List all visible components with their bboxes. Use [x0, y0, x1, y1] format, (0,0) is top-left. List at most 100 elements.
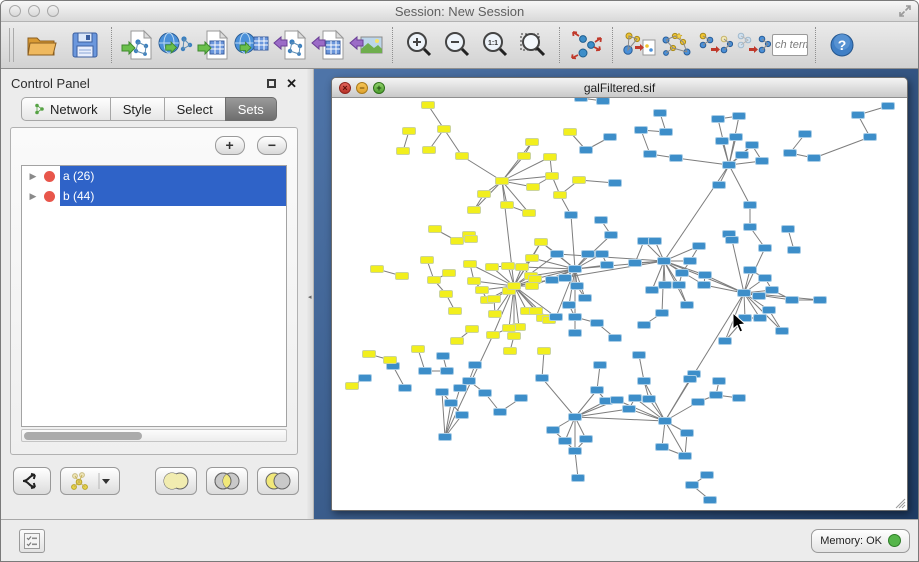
control-panel-title: Control Panel — [11, 76, 267, 91]
frame-close-button[interactable]: × — [339, 82, 351, 94]
task-history-button[interactable] — [19, 529, 45, 553]
tab-style-label: Style — [123, 102, 152, 117]
sets-toolbar: + − — [11, 128, 297, 159]
network-frame[interactable]: × − + galFiltered.sif — [331, 77, 908, 511]
tab-select[interactable]: Select — [164, 97, 225, 121]
export-image-icon — [349, 29, 383, 61]
network-canvas-svg — [332, 98, 907, 510]
window-title: Session: New Session — [1, 4, 918, 19]
zoom-in-button[interactable] — [400, 26, 438, 64]
tab-sets[interactable]: Sets — [225, 97, 277, 121]
float-panel-icon[interactable] — [267, 79, 276, 88]
export-image-button[interactable] — [347, 26, 385, 64]
main-toolbar: 1:1 — [1, 22, 918, 69]
sets-list: ▶ a (26) ▶ b (44) — [21, 165, 287, 427]
import-table-web-button[interactable] — [233, 26, 271, 64]
fullscreen-icon[interactable] — [898, 4, 912, 18]
new-network-selected-edges-icon — [697, 30, 733, 60]
import-network-web-icon — [158, 29, 194, 61]
set-operations-row — [13, 467, 308, 495]
tab-network[interactable]: Network — [21, 97, 110, 121]
toolbar-separator — [392, 27, 393, 63]
memory-status-button[interactable]: Memory: OK — [811, 529, 910, 553]
new-network-all-edges-icon — [735, 30, 771, 60]
nodes-group — [346, 98, 895, 504]
save-session-button[interactable] — [66, 26, 104, 64]
set-label: b (44) — [63, 189, 94, 203]
open-session-button[interactable] — [22, 26, 60, 64]
zoom-fit-selected-icon — [518, 30, 548, 60]
frame-maximize-button[interactable]: + — [373, 82, 385, 94]
toolbar-separator — [559, 27, 560, 63]
close-window-button[interactable] — [9, 5, 21, 17]
remove-set-button[interactable]: − — [257, 136, 287, 155]
new-network-from-selection-button[interactable] — [620, 26, 658, 64]
save-floppy-icon — [71, 31, 99, 59]
zoom-out-button[interactable] — [438, 26, 476, 64]
main-area: Control Panel ✕ Network Style Select — [1, 69, 918, 519]
tab-select-label: Select — [177, 102, 213, 117]
traffic-lights — [9, 5, 59, 17]
svg-text:?: ? — [838, 37, 847, 53]
close-panel-icon[interactable]: ✕ — [286, 77, 297, 90]
toolbar-drag-handle[interactable] — [9, 28, 14, 62]
add-set-button[interactable]: + — [215, 136, 245, 155]
search-input[interactable]: ch term — [772, 34, 808, 56]
zoom-fit-selected-button[interactable] — [514, 26, 552, 64]
network-canvas[interactable] — [332, 98, 907, 510]
export-table-button[interactable] — [309, 26, 347, 64]
set-color-dot — [44, 191, 55, 202]
open-folder-icon — [25, 31, 57, 59]
difference-sets-button[interactable] — [257, 467, 299, 495]
set-row-selection: a (26) — [60, 166, 286, 186]
splitter-collapse-icon[interactable]: ◂ — [308, 293, 312, 301]
zoom-actual-size-button[interactable]: 1:1 — [476, 26, 514, 64]
set-row-selection: b (44) — [60, 186, 286, 206]
help-button[interactable]: ? — [823, 26, 861, 64]
intersect-sets-button[interactable] — [206, 467, 248, 495]
expander-icon[interactable]: ▶ — [22, 191, 44, 202]
list-item[interactable]: ▶ b (44) — [22, 186, 286, 206]
apply-layout-button[interactable] — [567, 26, 605, 64]
new-network-selected-edges-button[interactable] — [696, 26, 734, 64]
window-titlebar: Session: New Session — [1, 1, 918, 22]
tab-style[interactable]: Style — [110, 97, 164, 121]
frame-minimize-button[interactable]: − — [356, 82, 368, 94]
panel-splitter[interactable]: ◂ — [307, 69, 314, 519]
zoom-window-button[interactable] — [47, 5, 59, 17]
network-frame-title: galFiltered.sif — [332, 81, 907, 95]
union-sets-button[interactable] — [155, 467, 197, 495]
memory-ok-indicator — [888, 534, 901, 547]
list-item[interactable]: ▶ a (26) — [22, 166, 286, 186]
export-table-icon — [311, 29, 345, 61]
apply-layout-icon — [569, 29, 603, 61]
toolbar-separator — [111, 27, 112, 63]
first-neighbors-icon — [659, 30, 695, 60]
import-table-file-button[interactable] — [195, 26, 233, 64]
task-history-icon — [24, 533, 40, 549]
export-network-icon — [273, 29, 307, 61]
network-desktop: × − + galFiltered.sif — [314, 69, 918, 519]
minimize-window-button[interactable] — [28, 5, 40, 17]
export-network-button[interactable] — [271, 26, 309, 64]
import-network-file-button[interactable] — [119, 26, 157, 64]
dropdown-arrow-icon — [97, 471, 111, 491]
import-network-web-button[interactable] — [157, 26, 195, 64]
frame-resize-grip[interactable] — [894, 497, 906, 509]
scrollbar-thumb[interactable] — [24, 432, 142, 440]
horizontal-scrollbar[interactable] — [21, 429, 287, 442]
first-neighbors-button[interactable] — [658, 26, 696, 64]
toolbar-separator — [815, 27, 816, 63]
import-table-icon — [197, 29, 231, 61]
difference-icon — [263, 471, 293, 491]
set-color-dot — [44, 171, 55, 182]
control-panel-header: Control Panel ✕ — [1, 69, 307, 97]
expander-icon[interactable]: ▶ — [22, 171, 44, 182]
network-frame-titlebar[interactable]: × − + galFiltered.sif — [332, 78, 907, 98]
create-set-from-network-button[interactable] — [60, 467, 120, 495]
zoom-out-icon — [442, 30, 472, 60]
new-network-all-edges-button[interactable] — [734, 26, 772, 64]
split-set-button[interactable] — [13, 467, 51, 495]
zoom-actual-size-icon: 1:1 — [480, 30, 510, 60]
toolbar-separator — [612, 27, 613, 63]
